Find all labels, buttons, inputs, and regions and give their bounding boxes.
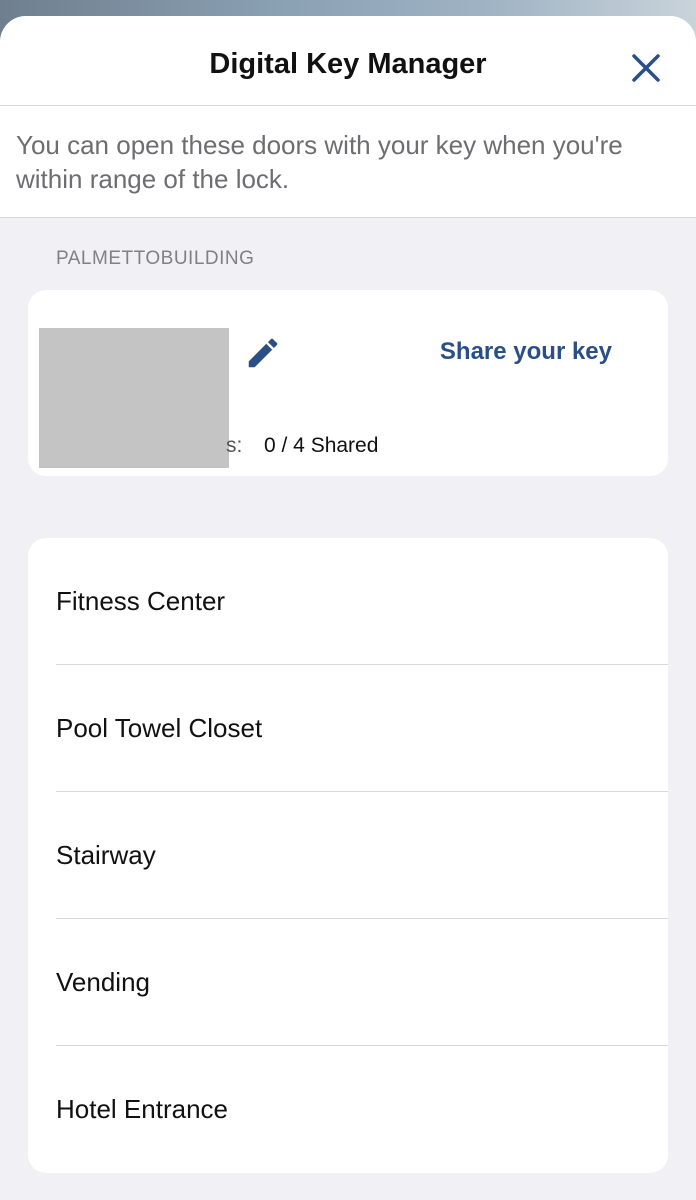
- door-list: Fitness Center Pool Towel Closet Stairwa…: [28, 538, 668, 1173]
- intro-text: You can open these doors with your key w…: [0, 106, 696, 218]
- list-item[interactable]: Vending: [28, 919, 668, 1046]
- list-item[interactable]: Pool Towel Closet: [28, 665, 668, 792]
- list-item[interactable]: Stairway: [28, 792, 668, 919]
- key-image-redacted: [39, 328, 229, 468]
- sheet-header: Digital Key Manager: [0, 16, 696, 106]
- key-manager-sheet: Digital Key Manager You can open these d…: [0, 16, 696, 1200]
- shared-prefix: s:: [226, 434, 243, 457]
- list-item[interactable]: Fitness Center: [28, 538, 668, 665]
- share-key-button[interactable]: Share your key: [440, 338, 612, 366]
- key-card: Share your key s: 0 / 4 Shared: [28, 290, 668, 476]
- building-label: PALMETTOBUILDING: [56, 248, 255, 269]
- pencil-icon[interactable]: [244, 334, 282, 372]
- list-item[interactable]: Hotel Entrance: [28, 1046, 668, 1173]
- close-icon[interactable]: [630, 52, 662, 84]
- page-title: Digital Key Manager: [209, 48, 487, 80]
- shared-count: 0 / 4 Shared: [264, 434, 379, 457]
